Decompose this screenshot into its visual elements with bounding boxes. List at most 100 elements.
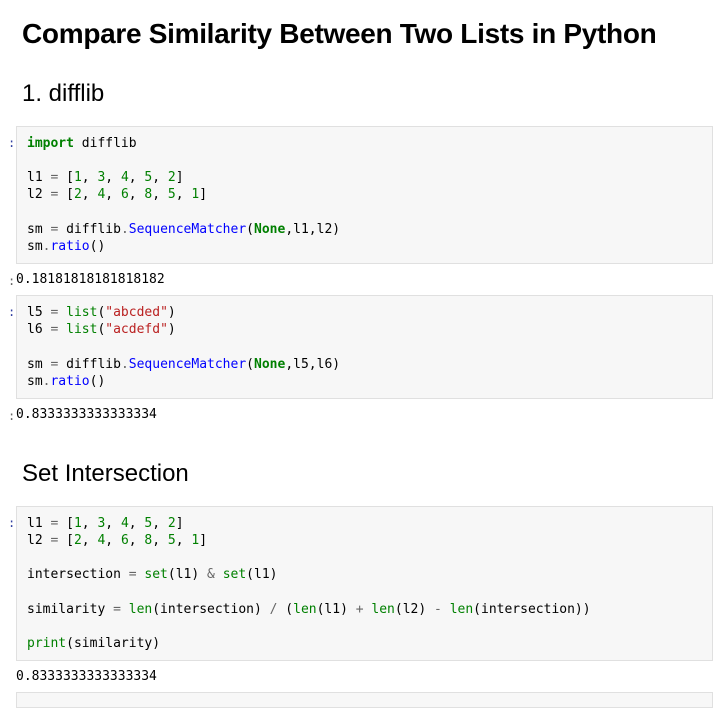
section-heading-set-intersection: Set Intersection [22,460,713,488]
code-cell-2: : l5 = list("abcded") l6 = list("acdefd"… [22,295,713,399]
code-cell-1: : import difflib l1 = [1, 3, 4, 5, 2] l2… [22,126,713,264]
mod: difflib [58,222,121,237]
string: "acdefd" [105,322,168,337]
output-cell-3: 0.8333333333333334 [22,661,713,692]
comma: , [105,516,121,531]
var: l1 [27,516,50,531]
bracket: ] [176,516,184,531]
num: 2 [74,533,82,548]
var: l6 [27,322,50,337]
bracket: ] [176,170,184,185]
comma: , [152,516,168,531]
num: 1 [74,516,82,531]
call: () [90,239,106,254]
args: (l1) [246,567,277,582]
comma: , [129,516,145,531]
bracket: [ [58,533,74,548]
num: 5 [168,533,176,548]
comma: , [152,533,168,548]
builtin-len: len [293,602,316,617]
paren: ( [246,222,254,237]
sp [121,602,129,617]
args: ,l1,l2) [285,222,340,237]
class-name: SequenceMatcher [129,222,246,237]
paren: ( [246,357,254,372]
builtin-len: len [371,602,394,617]
op-plus: + [356,602,364,617]
var: similarity [27,602,113,617]
bracket: [ [58,170,74,185]
output-cell-1: : 0.18181818181818182 [22,264,713,295]
num: 6 [121,533,129,548]
num: 4 [121,170,129,185]
args: (intersection)) [473,602,590,617]
var: l1 [27,170,50,185]
var: l2 [27,187,50,202]
const-none: None [254,357,285,372]
var: l2 [27,533,50,548]
args: (l1) [317,602,356,617]
input-prompt: : [8,305,15,319]
args: (l1) [168,567,207,582]
output-prompt: : [8,274,15,288]
sp [215,567,223,582]
args: (l2) [395,602,434,617]
keyword-import: import [27,136,74,151]
code-block: import difflib l1 = [1, 3, 4, 5, 2] l2 =… [16,126,713,264]
var: intersection [27,567,129,582]
num: 5 [168,187,176,202]
num: 2 [168,170,176,185]
comma: , [105,170,121,185]
num: 2 [74,187,82,202]
args: (similarity) [66,636,160,651]
comma: , [176,187,192,202]
comma: , [82,516,98,531]
builtin-list: list [66,305,97,320]
bracket: ] [199,187,207,202]
builtin-set: set [144,567,167,582]
input-prompt: : [8,136,15,150]
builtin-len: len [450,602,473,617]
comma: , [176,533,192,548]
num: 6 [121,187,129,202]
input-prompt: : [8,516,15,530]
num: 2 [168,516,176,531]
args: (intersection) [152,602,269,617]
call: () [90,374,106,389]
bracket: ] [199,533,207,548]
const-none: None [254,222,285,237]
comma: , [105,187,121,202]
comma: , [82,170,98,185]
comma: , [129,533,145,548]
comma: , [82,533,98,548]
output-prompt: : [8,409,15,423]
builtin-list: list [66,322,97,337]
mod: difflib [58,357,121,372]
bracket: [ [58,187,74,202]
sp [58,322,66,337]
section-heading-difflib: 1. difflib [22,80,713,108]
op-eq: = [113,602,121,617]
module-name: difflib [74,136,137,151]
bracket: [ [58,516,74,531]
code-cell-4-partial [22,692,713,708]
code-block: l5 = list("abcded") l6 = list("acdefd") … [16,295,713,399]
code-block: l1 = [1, 3, 4, 5, 2] l2 = [2, 4, 6, 8, 5… [16,506,713,661]
var: sm [27,222,50,237]
op-eq: = [129,567,137,582]
dot: . [121,222,129,237]
comma: , [152,170,168,185]
args: ,l5,l6) [285,357,340,372]
method: ratio [50,374,89,389]
page-title: Compare Similarity Between Two Lists in … [22,18,713,50]
paren: ) [168,322,176,337]
var: l5 [27,305,50,320]
op-minus: - [434,602,442,617]
sp [442,602,450,617]
var: sm [27,374,43,389]
paren: ( [277,602,293,617]
output-cell-2: : 0.8333333333333334 [22,399,713,430]
output-text: 0.8333333333333334 [16,661,713,692]
comma: , [129,187,145,202]
sp [58,305,66,320]
